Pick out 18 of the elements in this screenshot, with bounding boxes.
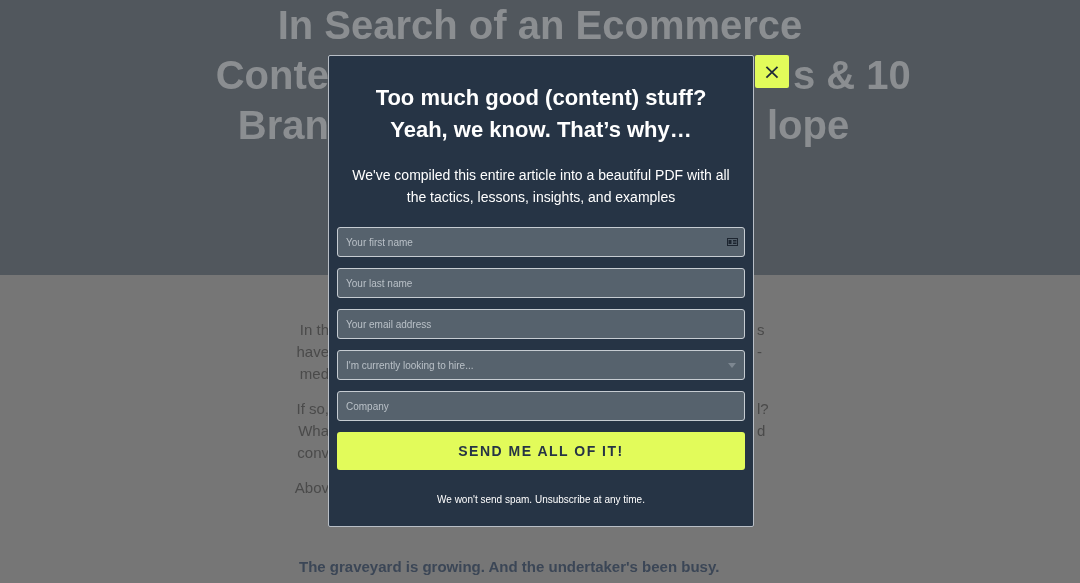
hero-title: Conte xyxy=(215,52,329,98)
submit-button[interactable]: SEND ME ALL OF IT! xyxy=(337,432,745,470)
hire-dropdown[interactable]: I'm currently looking to hire... xyxy=(337,350,745,380)
input-field[interactable]: Company xyxy=(337,391,745,421)
article-text: - xyxy=(756,342,762,360)
modal-subtitle: We've compiled this entire article into a beautiful PDF with all the tactics, lessons, insights, and examples xyxy=(351,166,731,207)
hero-title: In Search of an Ecommerce xyxy=(276,2,804,48)
caret-icon xyxy=(728,362,736,368)
hero-title: lope xyxy=(766,102,850,148)
article-subheading: The graveyard is growing. And the undertaker's been busy. xyxy=(299,558,720,575)
input-field[interactable]: Your last name xyxy=(337,268,745,298)
spam-note: We won't send spam. Unsubscribe at any time. xyxy=(436,494,646,505)
hero-title: s & 10 xyxy=(793,52,911,98)
modal-title: Too much good (content) stuff? Yeah, we know. That’s why… xyxy=(374,84,708,144)
input-field[interactable]: Your email address xyxy=(337,309,745,339)
hero-title: Bran xyxy=(237,102,329,148)
close-button[interactable]: × xyxy=(755,55,789,88)
input-field[interactable]: Your first name xyxy=(337,227,745,257)
